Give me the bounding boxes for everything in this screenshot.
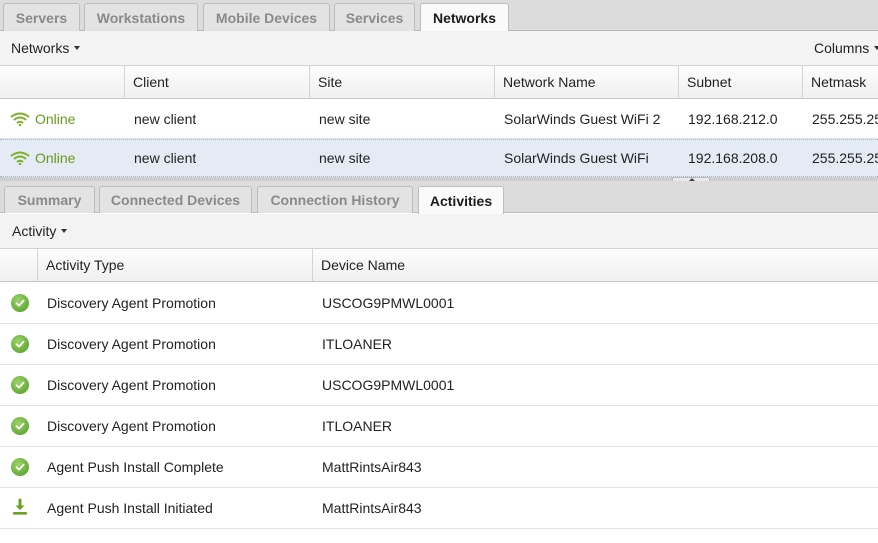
main-tab-bar: Servers Workstations Mobile Devices Serv… [0, 0, 878, 32]
columns-menu-label: Columns [814, 40, 870, 56]
activity-type-cell: Discovery Agent Promotion [47, 336, 216, 352]
activity-icon-cell [11, 406, 29, 446]
tab-connection-history[interactable]: Connection History [257, 186, 413, 213]
tab-mobile-devices[interactable]: Mobile Devices [203, 3, 330, 31]
client-cell: new client [134, 150, 197, 166]
wifi-icon [10, 151, 30, 165]
activity-icon-cell [11, 488, 29, 528]
table-row[interactable]: Online new client new site SolarWinds Gu… [0, 139, 878, 177]
column-header-device-name[interactable]: Device Name [312, 249, 878, 281]
tab-activities[interactable]: Activities [418, 186, 504, 214]
device-name-cell: USCOG9PMWL0001 [322, 377, 455, 393]
column-header-network-name[interactable]: Network Name [494, 66, 678, 98]
activity-type-cell: Discovery Agent Promotion [47, 418, 216, 434]
columns-menu[interactable]: Columns [814, 40, 878, 56]
column-header-icon[interactable] [0, 249, 37, 281]
tab-connected-devices[interactable]: Connected Devices [99, 186, 252, 213]
status-cell: Online [10, 140, 75, 176]
activity-menu[interactable]: Activity [12, 223, 68, 239]
detail-tab-bar: Summary Connected Devices Connection His… [0, 181, 878, 214]
site-cell: new site [319, 110, 371, 127]
device-name-cell: MattRintsAir843 [322, 459, 422, 475]
network-name-cell: SolarWinds Guest WiFi 2 [504, 110, 661, 127]
table-row-partial [0, 529, 878, 537]
networks-menu[interactable]: Networks [11, 40, 81, 56]
activity-icon-cell [11, 447, 29, 487]
subnet-cell: 192.168.208.0 [688, 150, 778, 166]
check-circle-icon [11, 376, 29, 394]
device-name-cell: ITLOANER [322, 336, 393, 352]
column-header-activity-type[interactable]: Activity Type [37, 249, 312, 281]
table-row[interactable]: Discovery Agent Promotion USCOG9PMWL0001 [0, 365, 878, 406]
table-row[interactable]: Agent Push Install Complete MattRintsAir8… [0, 447, 878, 488]
table-row[interactable]: Online new client new site SolarWinds Gu… [0, 99, 878, 139]
device-name-cell: ITLOANER [322, 418, 393, 434]
activity-grid-header: Activity Type Device Name [0, 249, 878, 282]
column-header-subnet[interactable]: Subnet [678, 66, 802, 98]
check-circle-icon [11, 458, 29, 476]
activity-icon-cell [11, 283, 29, 323]
client-cell: new client [134, 110, 197, 127]
networks-menu-label: Networks [11, 40, 70, 56]
status-cell: Online [10, 99, 75, 138]
check-circle-icon [11, 417, 29, 435]
activity-toolbar: Activity [0, 214, 878, 249]
download-icon [11, 498, 29, 519]
networks-toolbar: Networks Columns [0, 31, 878, 66]
device-name-cell: USCOG9PMWL0001 [322, 295, 455, 311]
tab-servers[interactable]: Servers [3, 3, 80, 31]
column-header-netmask[interactable]: Netmask [802, 66, 878, 98]
device-name-cell: MattRintsAir843 [322, 500, 422, 516]
table-row[interactable]: Agent Push Install Initiated MattRintsAir… [0, 488, 878, 529]
activity-type-cell: Agent Push Install Initiated [47, 500, 213, 516]
table-row[interactable]: Discovery Agent Promotion USCOG9PMWL0001 [0, 283, 878, 324]
table-row[interactable]: Discovery Agent Promotion ITLOANER [0, 406, 878, 447]
netmask-cell: 255.255.25 [812, 110, 878, 127]
activity-type-cell: Discovery Agent Promotion [47, 295, 216, 311]
chevron-down-icon [61, 229, 68, 233]
status-text: Online [35, 150, 76, 166]
check-circle-icon [11, 335, 29, 353]
site-cell: new site [319, 150, 371, 166]
chevron-down-icon [74, 46, 81, 50]
network-name-cell: SolarWinds Guest WiFi [504, 150, 649, 166]
tab-services[interactable]: Services [334, 3, 415, 31]
activity-type-cell: Discovery Agent Promotion [47, 377, 216, 393]
activity-icon-cell [11, 324, 29, 364]
check-circle-icon [11, 294, 29, 312]
column-header-status[interactable] [0, 66, 124, 98]
networks-grid-header: Client Site Network Name Subnet Netmask [0, 66, 878, 99]
netmask-cell: 255.255.25 [812, 150, 878, 166]
activity-type-cell: Agent Push Install Complete [47, 459, 224, 475]
activity-icon-cell [11, 365, 29, 405]
chevron-down-icon [874, 46, 878, 50]
status-text: Online [35, 110, 76, 127]
tab-workstations[interactable]: Workstations [84, 3, 198, 31]
tab-networks[interactable]: Networks [420, 3, 509, 32]
tab-summary[interactable]: Summary [4, 186, 95, 213]
activity-menu-label: Activity [12, 223, 57, 239]
column-header-client[interactable]: Client [124, 66, 309, 98]
subnet-cell: 192.168.212.0 [688, 110, 778, 127]
column-header-site[interactable]: Site [309, 66, 494, 98]
wifi-icon [10, 112, 30, 126]
table-row[interactable]: Discovery Agent Promotion ITLOANER [0, 324, 878, 365]
